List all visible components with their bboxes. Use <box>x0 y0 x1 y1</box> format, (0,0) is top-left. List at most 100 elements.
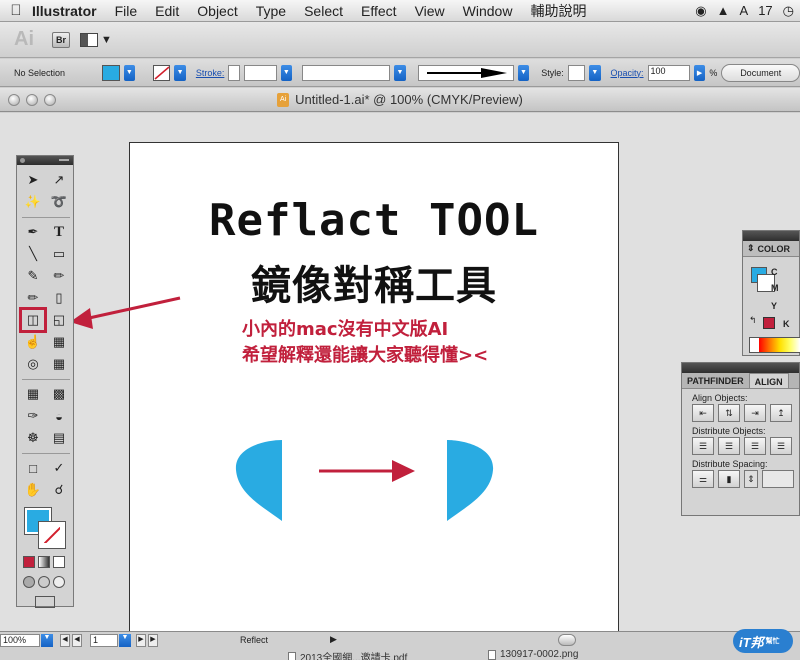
close-icon[interactable] <box>20 158 25 163</box>
left-half-heart-shape[interactable] <box>235 440 282 521</box>
artboard[interactable]: Reflact TOOL 鏡像對稱工具 小內的mac沒有中文版AI 希望解釋還能… <box>129 142 619 632</box>
next-artboard-button[interactable]: ▶ <box>136 634 146 647</box>
opacity-link[interactable]: Opacity: <box>611 68 644 78</box>
tab-align[interactable]: ALIGN <box>748 373 789 388</box>
first-artboard-button[interactable]: ◀ <box>60 634 70 647</box>
menu-type[interactable]: Type <box>256 3 286 19</box>
menu-edit[interactable]: Edit <box>155 3 179 19</box>
symbol-sprayer-tool-icon[interactable]: ☸ <box>22 428 44 448</box>
distribute-top-icon[interactable]: ☰ <box>692 437 714 455</box>
close-button[interactable] <box>8 94 20 106</box>
menu-object[interactable]: Object <box>197 3 237 19</box>
scale-tool-icon[interactable]: ◱ <box>48 310 70 330</box>
stroke-color-swatch[interactable] <box>38 521 66 549</box>
double-arrow-icon[interactable]: ⇕ <box>747 243 755 254</box>
gradient-mode-icon[interactable] <box>38 556 50 568</box>
previous-artboard-button[interactable]: ◀ <box>72 634 82 647</box>
menu-help[interactable]: 輔助說明 <box>530 1 586 21</box>
column-graph-tool-icon[interactable]: ▤ <box>48 428 70 448</box>
magic-wand-tool-icon[interactable]: ✨ <box>22 192 44 212</box>
menu-select[interactable]: Select <box>304 3 343 19</box>
minimize-button[interactable] <box>26 94 38 106</box>
brush-definition-field[interactable] <box>417 64 514 81</box>
last-color-swatch[interactable] <box>763 317 775 329</box>
document-setup-button[interactable]: Document <box>721 63 800 82</box>
reflected-half-heart-shape[interactable] <box>447 440 494 521</box>
draw-behind-icon[interactable] <box>38 576 50 588</box>
stroke-stepper[interactable] <box>228 64 240 81</box>
pen-tool-icon[interactable]: ✒ <box>22 222 44 242</box>
zoom-input[interactable]: 100% <box>0 634 40 647</box>
fill-swatch[interactable] <box>102 64 120 81</box>
align-panel-header[interactable] <box>682 363 799 373</box>
zoom-tool-icon[interactable]: ☌ <box>48 480 70 500</box>
none-mode-icon[interactable] <box>53 556 65 568</box>
stroke-weight-input[interactable] <box>243 64 277 81</box>
dock-file-png[interactable]: 130917-0002.png <box>488 649 578 660</box>
opacity-dropdown[interactable]: ▶ <box>693 64 706 81</box>
draw-normal-icon[interactable] <box>23 576 35 588</box>
free-transform-tool-icon[interactable]: ▦ <box>48 332 70 352</box>
arrange-documents-button[interactable]: ▼ <box>80 32 112 47</box>
fill-dropdown[interactable]: ▼ <box>123 64 136 81</box>
slice-tool-icon[interactable]: ✓ <box>48 458 70 478</box>
menu-effect[interactable]: Effect <box>361 3 397 19</box>
eraser-tool-icon[interactable]: ▯ <box>48 288 70 308</box>
spacing-stepper[interactable]: ⇕ <box>744 470 758 488</box>
reflect-tool-icon[interactable]: ◫ <box>19 307 47 333</box>
stroke-link[interactable]: Stroke: <box>196 68 225 78</box>
color-panel-header[interactable] <box>743 231 799 241</box>
zoom-dropdown[interactable]: ▼ <box>41 634 53 647</box>
vertical-spacing-icon[interactable]: ⚌ <box>692 470 714 488</box>
artboard-number-input[interactable]: 1 <box>90 634 118 647</box>
color-spectrum-bar[interactable] <box>749 337 800 353</box>
direct-selection-tool-icon[interactable]: ↗ <box>48 170 70 190</box>
shape-builder-tool-icon[interactable]: ◎ <box>22 354 44 374</box>
distribute-bottom-icon[interactable]: ☰ <box>744 437 766 455</box>
hand-tool-icon[interactable]: ✋ <box>22 480 44 500</box>
blend-tool-icon[interactable]: ◒ <box>48 406 70 426</box>
pencil-tool-icon[interactable]: ✏ <box>48 266 70 286</box>
variable-width-field[interactable] <box>302 64 391 81</box>
style-swatch[interactable] <box>567 64 586 81</box>
align-left-icon[interactable]: ⇤ <box>692 404 714 422</box>
tools-panel-header[interactable] <box>17 156 73 165</box>
opacity-input[interactable]: 100 <box>647 64 690 81</box>
distribute-left-icon[interactable]: ☰ <box>770 437 792 455</box>
drive-icon[interactable]: ▲ <box>717 3 730 18</box>
camera-icon[interactable]: ◉ <box>695 3 706 19</box>
blob-brush-tool-icon[interactable]: ✏ <box>22 288 44 308</box>
align-top-icon[interactable]: ↥ <box>770 404 792 422</box>
artboard-number-dropdown[interactable]: ▼ <box>119 634 131 647</box>
artboard-tool-icon[interactable]: □ <box>22 458 44 478</box>
lasso-tool-icon[interactable]: ➰ <box>48 192 70 212</box>
spacing-input[interactable] <box>762 470 794 488</box>
screen-mode-icon[interactable] <box>35 596 55 608</box>
line-tool-icon[interactable]: ╲ <box>22 244 44 264</box>
color-mode-icon[interactable] <box>23 556 35 568</box>
type-tool-icon[interactable]: T <box>48 222 70 242</box>
menu-view[interactable]: View <box>415 3 445 19</box>
draw-inside-icon[interactable] <box>53 576 65 588</box>
style-dropdown[interactable]: ▼ <box>589 64 601 81</box>
mesh-tool-icon[interactable]: ▦ <box>22 384 44 404</box>
perspective-grid-tool-icon[interactable]: ▦ <box>48 354 70 374</box>
stroke-dropdown[interactable]: ▼ <box>174 64 186 81</box>
status-menu-icon[interactable]: ▶ <box>330 634 337 645</box>
app-menu[interactable]: Illustrator <box>32 3 97 19</box>
last-artboard-button[interactable]: ▶ <box>148 634 158 647</box>
clock-icon[interactable]: ◷ <box>783 3 794 19</box>
horizontal-spacing-icon[interactable]: ▮ <box>718 470 740 488</box>
brush-dropdown[interactable]: ▼ <box>517 64 530 81</box>
color-panel-tab[interactable]: ⇕ COLOR <box>743 241 799 257</box>
stroke-swatch[interactable] <box>153 64 171 81</box>
stroke-weight-dropdown[interactable]: ▼ <box>280 64 293 81</box>
apple-icon[interactable]:  <box>0 2 32 19</box>
horizontal-scrollbar-thumb[interactable] <box>558 634 576 646</box>
distribute-vcenter-icon[interactable]: ☰ <box>718 437 740 455</box>
selection-tool-icon[interactable]: ➤ <box>22 170 44 190</box>
grip-icon[interactable] <box>59 159 69 161</box>
menu-window[interactable]: Window <box>463 3 513 19</box>
out-of-gamut-icon[interactable]: ↰ <box>749 315 757 326</box>
variable-width-dropdown[interactable]: ▼ <box>394 64 406 81</box>
